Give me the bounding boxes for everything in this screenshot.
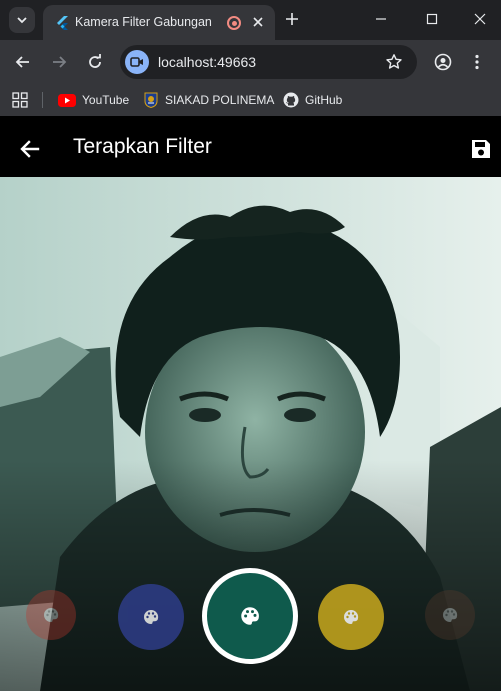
youtube-icon	[58, 93, 76, 107]
forward-icon[interactable]	[50, 53, 68, 71]
new-tab-icon[interactable]	[284, 11, 300, 27]
app-bar: Terapkan Filter	[0, 121, 501, 177]
browser-tab-strip: Kamera Filter Gabungan	[0, 0, 501, 40]
bookmark-label: GitHub	[305, 93, 343, 107]
address-bar[interactable]: localhost:49663	[120, 45, 417, 79]
palette-icon	[443, 607, 458, 622]
browser-tab[interactable]: Kamera Filter Gabungan	[43, 5, 275, 40]
bookmark-github[interactable]: GitHub	[283, 91, 342, 109]
arrow-back-icon[interactable]	[18, 137, 42, 161]
bookmark-siakad-polinema[interactable]: SIAKAD POLINEMA	[143, 91, 274, 109]
apps-grid-icon[interactable]	[12, 92, 28, 108]
recording-indicator-icon	[227, 16, 241, 30]
filter-selector	[0, 568, 501, 664]
bookmark-star-icon[interactable]	[385, 53, 403, 71]
bookmarks-divider	[42, 92, 43, 108]
flutter-icon	[57, 16, 68, 30]
filter-blue-button[interactable]	[118, 584, 184, 650]
chevron-down-icon	[17, 17, 27, 24]
filter-brown-button[interactable]	[425, 590, 475, 640]
profile-icon[interactable]	[434, 53, 452, 71]
tab-search-button[interactable]	[9, 7, 35, 33]
filter-teal-button-selected[interactable]	[202, 568, 298, 664]
bookmark-label: YouTube	[82, 93, 130, 107]
bookmark-youtube[interactable]: YouTube	[58, 91, 129, 109]
close-icon[interactable]	[250, 14, 266, 30]
save-icon[interactable]	[469, 137, 493, 161]
palette-icon	[344, 609, 359, 624]
bookmarks-bar: YouTube SIAKAD POLINEMA GitHub	[0, 84, 501, 116]
more-menu-icon[interactable]	[468, 53, 486, 71]
tab-title: Kamera Filter Gabungan	[75, 15, 212, 29]
minimize-icon[interactable]	[374, 12, 388, 26]
window-close-icon[interactable]	[473, 12, 487, 26]
bookmark-label: SIAKAD POLINEMA	[165, 93, 275, 107]
polinema-logo-icon	[144, 92, 158, 108]
palette-icon	[44, 607, 59, 622]
filter-yellow-button[interactable]	[318, 584, 384, 650]
reload-icon[interactable]	[86, 53, 104, 71]
back-icon[interactable]	[14, 53, 32, 71]
url-text: localhost:49663	[158, 54, 257, 70]
page-title: Terapkan Filter	[73, 135, 212, 158]
browser-toolbar: localhost:49663	[0, 40, 501, 84]
camera-in-use-icon[interactable]	[125, 50, 149, 74]
filter-red-button[interactable]	[26, 590, 76, 640]
github-icon	[283, 92, 299, 108]
palette-icon	[241, 607, 259, 625]
maximize-icon[interactable]	[425, 12, 439, 26]
palette-icon	[144, 609, 159, 624]
